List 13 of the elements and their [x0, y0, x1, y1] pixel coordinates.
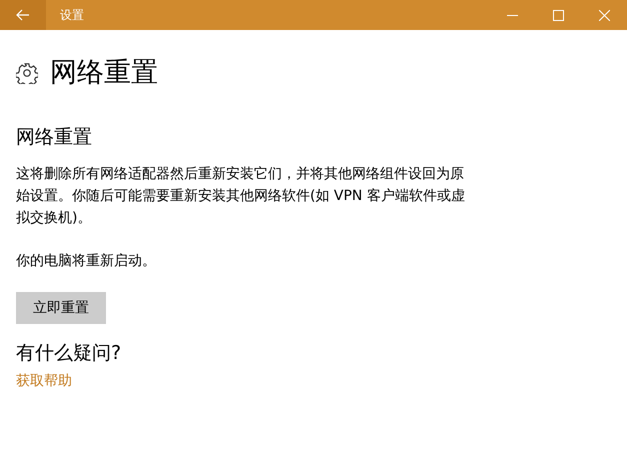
page-title: 网络重置: [50, 56, 158, 90]
close-icon: [598, 10, 610, 20]
help-title: 有什么疑问?: [16, 341, 122, 366]
reset-button[interactable]: 立即重置: [16, 292, 106, 324]
description-text: 这将删除所有网络适配器然后重新安装它们，并将其他网络组件设回为原始设置。你随后可能需要重新安装其他网络软件(如 VPN 客户端软件或虚拟交换机)。: [16, 165, 466, 228]
back-button[interactable]: [0, 0, 46, 30]
maximize-icon: [552, 10, 564, 20]
window-title: 设置: [60, 6, 85, 24]
minimize-icon: [506, 14, 518, 16]
settings-icon: [16, 62, 38, 84]
section-title: 网络重置: [16, 125, 93, 150]
back-arrow-icon: [16, 9, 30, 21]
restart-note: 你的电脑将重新启动。: [16, 252, 157, 271]
